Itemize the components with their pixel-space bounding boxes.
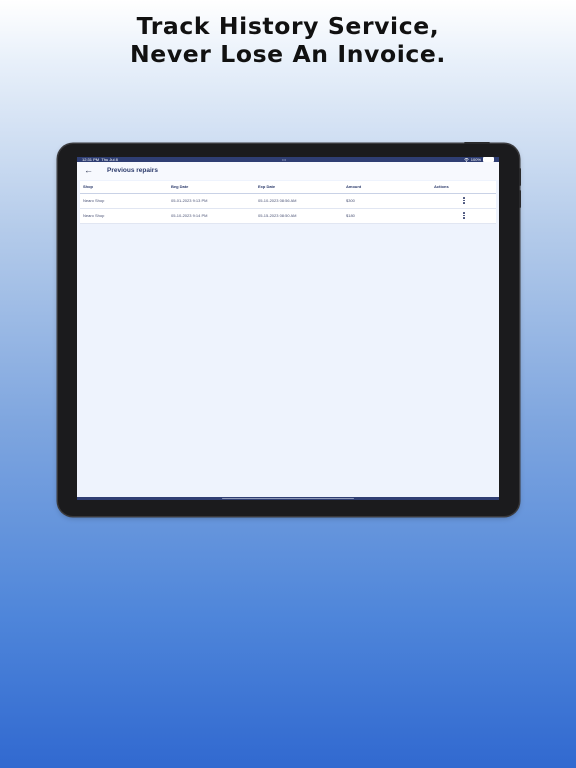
cell-amount: $300 [346,198,355,203]
column-header-shop[interactable]: Shop [83,184,93,190]
cell-exp-date: 05-15-2023 08:50 AM [258,213,297,218]
column-header-beg-date[interactable]: Beg Date [171,184,188,190]
cell-beg-date: 05-01-2023 9:13 PM [171,198,208,203]
tablet-volume-button [519,168,521,186]
cell-shop: Nearo Shop [83,213,105,218]
cell-exp-date: 05-10-2023 08:56 AM [258,198,297,203]
home-indicator[interactable] [222,498,354,499]
repairs-table: Shop Beg Date Exp Date Amount Actions Ne… [80,181,496,224]
column-header-actions: Actions [434,184,449,189]
more-vertical-icon[interactable] [461,211,467,220]
more-vertical-icon[interactable] [461,196,467,205]
page-title: Previous repairs [107,167,158,174]
wifi-icon [464,157,469,162]
promo-headline: Track History Service, Never Lose An Inv… [0,12,576,68]
column-header-amount[interactable]: Amount [346,184,361,190]
column-header-exp-date[interactable]: Exp Date [258,184,275,190]
tablet-top-button [464,142,490,144]
cell-shop: Nearo Shop [83,198,105,203]
tablet-screen: 12:31 PM Thu Jul 8 ••• 100% ← Previous r… [77,157,499,500]
tablet-volume-button-2 [519,190,521,208]
promo-line-1: Track History Service, [136,12,440,40]
app-bar: ← Previous repairs [77,162,499,180]
table-header: Shop Beg Date Exp Date Amount Actions [80,181,496,194]
cell-beg-date: 05-10-2023 9:14 PM [171,213,208,218]
promo-line-2: Never Lose An Invoice. [130,40,446,68]
back-arrow-icon[interactable]: ← [84,165,93,175]
cell-amount: $180 [346,213,355,218]
table-row[interactable]: Nearo Shop 05-10-2023 9:14 PM 05-15-2023… [80,209,496,224]
table-row[interactable]: Nearo Shop 05-01-2023 9:13 PM 05-10-2023… [80,194,496,209]
